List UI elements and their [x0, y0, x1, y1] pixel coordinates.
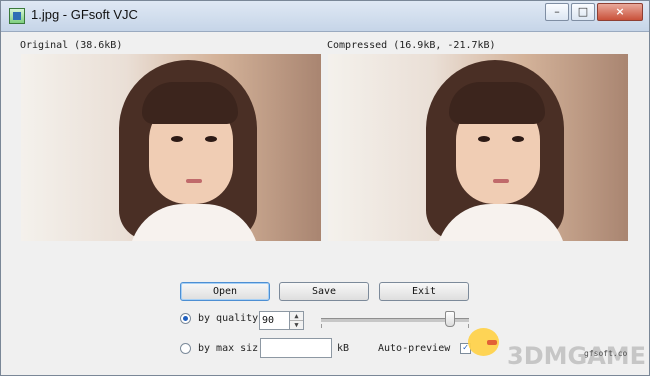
3dm-mascot-logo [468, 328, 499, 356]
photo-left-eye [478, 136, 490, 142]
auto-preview-label: Auto-preview [378, 343, 451, 354]
photo-bangs [142, 82, 238, 124]
max-size-unit: kB [337, 343, 350, 354]
watermark-small-text: gfsoft.co [584, 349, 628, 358]
quality-input[interactable]: 90 [259, 311, 290, 330]
max-size-input[interactable] [260, 338, 332, 358]
quality-slider-thumb[interactable] [445, 311, 455, 327]
save-button[interactable]: Save [279, 282, 369, 301]
compressed-image-label: Compressed (16.9kB, -21.7kB) [327, 40, 496, 51]
exit-button[interactable]: Exit [379, 282, 469, 301]
compressed-image-preview [328, 54, 628, 241]
title-bar: 1.jpg - GFsoft VJC – □ × [1, 1, 649, 32]
photo-mouth [493, 179, 509, 183]
photo-right-eye [205, 136, 217, 142]
spin-up-icon[interactable]: ▲ [290, 312, 303, 321]
window-title: 1.jpg - GFsoft VJC [31, 7, 138, 22]
main-window: 1.jpg - GFsoft VJC – □ × Original (38.6k… [0, 0, 650, 376]
spin-down-icon[interactable]: ▼ [290, 321, 303, 329]
quality-radio[interactable] [180, 313, 191, 324]
close-button[interactable]: × [597, 3, 643, 21]
original-image-preview [21, 54, 321, 241]
max-size-radio-label: by max siz [198, 343, 259, 354]
minimize-button[interactable]: – [545, 3, 569, 21]
max-size-radio[interactable] [180, 343, 191, 354]
quality-radio-label: by quality [198, 313, 259, 324]
open-button[interactable]: Open [180, 282, 270, 301]
quality-spinner[interactable]: ▲ ▼ [289, 311, 304, 330]
photo-left-eye [171, 136, 183, 142]
photo-mouth [186, 179, 202, 183]
app-icon [9, 8, 25, 24]
slider-tick [321, 324, 322, 328]
slider-tick [468, 324, 469, 328]
photo-right-eye [512, 136, 524, 142]
original-image-label: Original (38.6kB) [20, 40, 123, 51]
photo-bangs [449, 82, 545, 124]
maximize-button[interactable]: □ [571, 3, 595, 21]
